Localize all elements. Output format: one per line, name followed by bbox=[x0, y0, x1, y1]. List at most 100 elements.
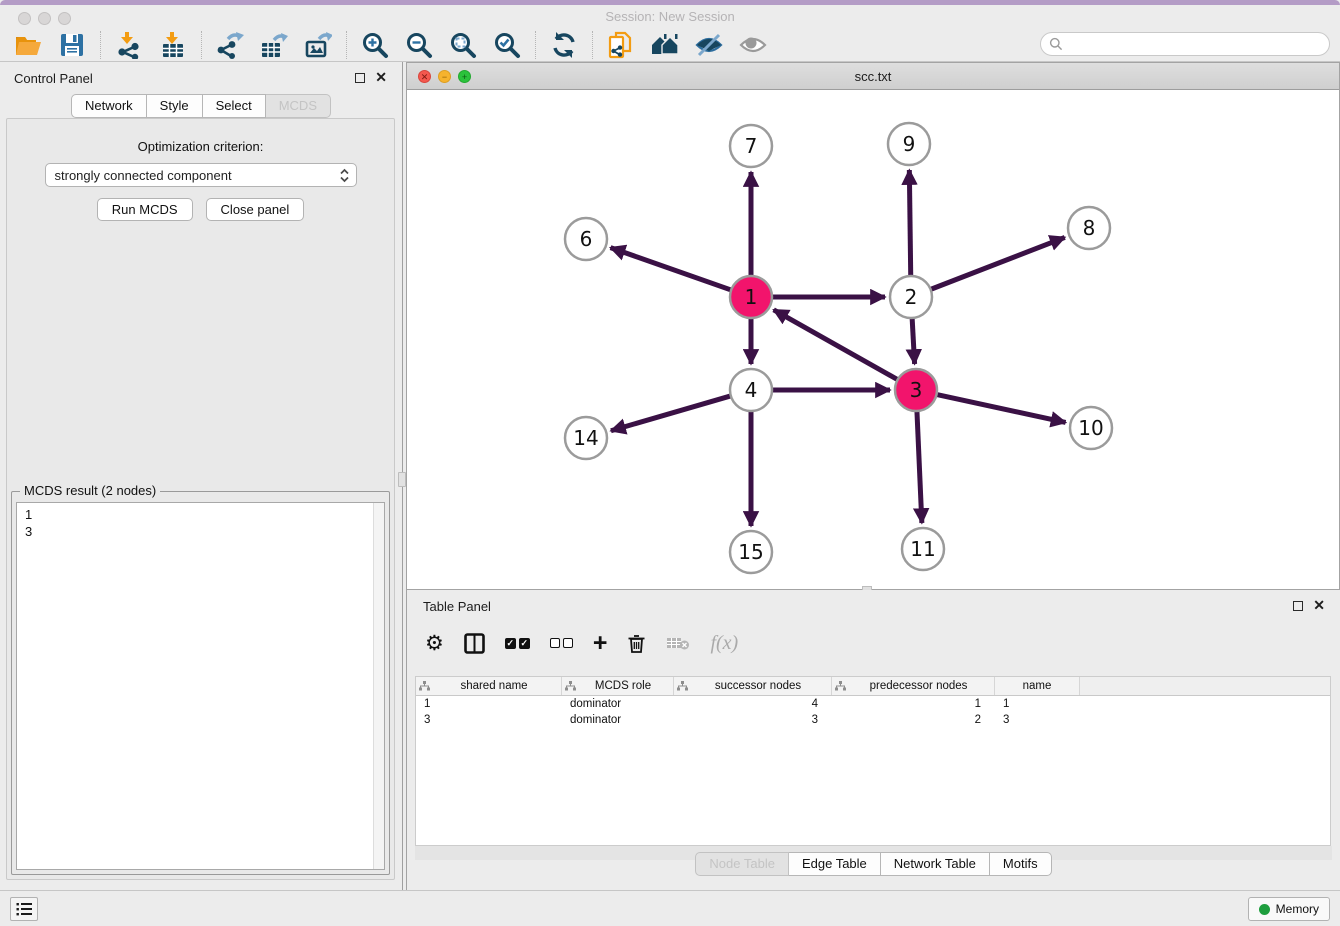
tab-network[interactable]: Network bbox=[71, 94, 147, 118]
edge-1-6[interactable] bbox=[611, 248, 734, 291]
graph-node-9[interactable]: 9 bbox=[888, 123, 930, 165]
table-float-icon[interactable] bbox=[1293, 601, 1303, 611]
select-stepper-icon bbox=[338, 167, 351, 184]
refresh-icon[interactable] bbox=[550, 31, 578, 59]
cell-MCDS-role[interactable]: dominator bbox=[562, 696, 674, 712]
column-header-successor-nodes[interactable]: successor nodes bbox=[674, 677, 832, 695]
memory-label: Memory bbox=[1276, 902, 1319, 916]
zoom-fit-icon[interactable] bbox=[449, 31, 477, 59]
export-image-icon[interactable] bbox=[304, 31, 332, 59]
tab-mcds[interactable]: MCDS bbox=[266, 94, 331, 118]
import-network-icon[interactable] bbox=[115, 31, 143, 59]
tab-style[interactable]: Style bbox=[147, 94, 203, 118]
search-input[interactable] bbox=[1063, 34, 1329, 54]
node-label: 15 bbox=[738, 540, 763, 564]
node-label: 10 bbox=[1078, 416, 1103, 440]
deselect-all-rows-icon[interactable] bbox=[550, 638, 573, 648]
column-header-predecessor-nodes[interactable]: predecessor nodes bbox=[832, 677, 995, 695]
graph-node-3[interactable]: 3 bbox=[895, 369, 937, 411]
column-header-label: name bbox=[998, 680, 1076, 692]
criterion-select[interactable]: strongly connected component bbox=[45, 163, 357, 187]
table-settings-icon[interactable]: ⚙ bbox=[425, 631, 444, 656]
edge-2-8[interactable] bbox=[929, 237, 1065, 290]
memory-button[interactable]: Memory bbox=[1248, 897, 1330, 921]
table-row[interactable]: 1dominator411 bbox=[416, 696, 1330, 712]
graph-node-15[interactable]: 15 bbox=[730, 531, 772, 573]
network-window-title: scc.txt bbox=[407, 69, 1339, 84]
graph-node-11[interactable]: 11 bbox=[902, 528, 944, 570]
add-column-icon[interactable]: + bbox=[593, 633, 608, 653]
node-label: 9 bbox=[903, 132, 916, 156]
cell-name[interactable]: 1 bbox=[995, 696, 1080, 712]
column-header-MCDS-role[interactable]: MCDS role bbox=[562, 677, 674, 695]
column-edit-icon bbox=[835, 681, 846, 691]
tab-edge-table[interactable]: Edge Table bbox=[789, 852, 881, 876]
network-window-titlebar[interactable]: ✕ − + scc.txt bbox=[407, 63, 1339, 90]
edge-3-11[interactable] bbox=[917, 409, 922, 523]
table-row[interactable]: 3dominator323 bbox=[416, 712, 1330, 728]
column-header-label: MCDS role bbox=[576, 680, 670, 692]
cell-predecessor-nodes[interactable]: 2 bbox=[832, 712, 995, 728]
cell-shared-name[interactable]: 1 bbox=[416, 696, 562, 712]
graph-node-1[interactable]: 1 bbox=[730, 276, 772, 318]
zoom-out-icon[interactable] bbox=[405, 31, 433, 59]
hide-selected-icon[interactable] bbox=[695, 31, 723, 59]
network-canvas[interactable]: 7 9 6 8 1 2 4 3 14 10 15 11 bbox=[407, 90, 1339, 589]
zoom-selected-icon[interactable] bbox=[493, 31, 521, 59]
open-file-icon[interactable] bbox=[14, 31, 42, 59]
graph-node-8[interactable]: 8 bbox=[1068, 207, 1110, 249]
edge-2-9[interactable] bbox=[909, 170, 910, 278]
column-header-shared-name[interactable]: shared name bbox=[416, 677, 562, 695]
cell-predecessor-nodes[interactable]: 1 bbox=[832, 696, 995, 712]
close-panel-button[interactable]: Close panel bbox=[206, 198, 305, 221]
cell-successor-nodes[interactable]: 4 bbox=[674, 696, 832, 712]
edge-3-1[interactable] bbox=[774, 310, 900, 381]
main-toolbar bbox=[0, 28, 1340, 62]
export-table-icon[interactable] bbox=[260, 31, 288, 59]
edge-2-3[interactable] bbox=[912, 316, 915, 364]
edge-4-14[interactable] bbox=[611, 395, 733, 430]
graph-node-14[interactable]: 14 bbox=[565, 417, 607, 459]
graph-node-10[interactable]: 10 bbox=[1070, 407, 1112, 449]
function-builder-icon[interactable]: f(x) bbox=[710, 632, 738, 655]
delete-column-icon[interactable] bbox=[627, 633, 646, 654]
run-mcds-button[interactable]: Run MCDS bbox=[97, 198, 193, 221]
delete-table-icon[interactable] bbox=[666, 635, 690, 651]
result-scrollbar[interactable] bbox=[373, 503, 384, 869]
tab-select[interactable]: Select bbox=[203, 94, 266, 118]
tab-network-table[interactable]: Network Table bbox=[881, 852, 990, 876]
tab-motifs[interactable]: Motifs bbox=[990, 852, 1052, 876]
mcds-tab-content: Optimization criterion: strongly connect… bbox=[6, 118, 395, 880]
edge-3-10[interactable] bbox=[935, 394, 1066, 422]
control-panel-tabs: NetworkStyleSelectMCDS bbox=[0, 94, 402, 118]
graph-node-4[interactable]: 4 bbox=[730, 369, 772, 411]
table-close-icon[interactable]: ✕ bbox=[1313, 597, 1325, 614]
search-box[interactable] bbox=[1040, 32, 1330, 56]
mcds-result-textarea[interactable]: 1 3 bbox=[16, 502, 385, 870]
column-view-icon[interactable] bbox=[464, 633, 485, 654]
zoom-in-icon[interactable] bbox=[361, 31, 389, 59]
show-all-icon[interactable] bbox=[739, 31, 767, 59]
tab-node-table[interactable]: Node Table bbox=[695, 852, 789, 876]
float-panel-icon[interactable] bbox=[355, 73, 365, 83]
graph-node-7[interactable]: 7 bbox=[730, 125, 772, 167]
graph-node-6[interactable]: 6 bbox=[565, 218, 607, 260]
close-panel-icon[interactable]: ✕ bbox=[375, 69, 387, 86]
search-icon bbox=[1049, 37, 1063, 51]
cell-successor-nodes[interactable]: 3 bbox=[674, 712, 832, 728]
cell-name[interactable]: 3 bbox=[995, 712, 1080, 728]
select-all-rows-icon[interactable]: ✓✓ bbox=[505, 638, 530, 649]
export-network-icon[interactable] bbox=[216, 31, 244, 59]
column-header-label: predecessor nodes bbox=[846, 680, 991, 692]
cell-shared-name[interactable]: 3 bbox=[416, 712, 562, 728]
clone-network-icon[interactable] bbox=[607, 31, 635, 59]
home-layout-icon[interactable] bbox=[651, 31, 679, 59]
vertical-splitter-grip[interactable] bbox=[398, 472, 406, 487]
save-session-icon[interactable] bbox=[58, 31, 86, 59]
graph-node-2[interactable]: 2 bbox=[890, 276, 932, 318]
column-header-name[interactable]: name bbox=[995, 677, 1080, 695]
table-body: 1dominator4113dominator323 bbox=[416, 696, 1330, 728]
task-history-button[interactable] bbox=[10, 897, 38, 921]
cell-MCDS-role[interactable]: dominator bbox=[562, 712, 674, 728]
import-table-icon[interactable] bbox=[159, 31, 187, 59]
